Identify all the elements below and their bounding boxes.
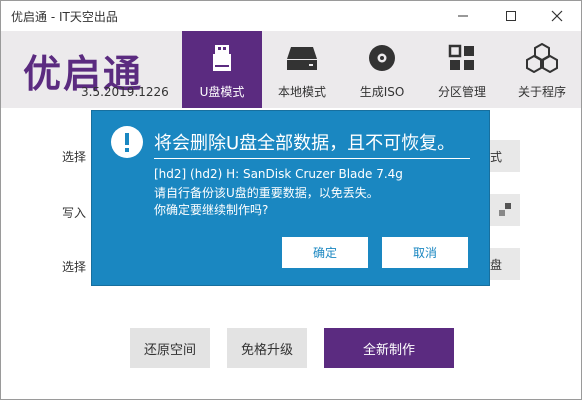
minimize-icon (458, 15, 468, 17)
partition-options-button[interactable] (490, 194, 520, 226)
minimize-button[interactable] (441, 1, 485, 31)
select-file-label: 选择 (62, 260, 87, 274)
close-icon (551, 10, 563, 22)
nav-label: 关于程序 (517, 85, 566, 99)
disc-icon (369, 45, 395, 71)
ok-button[interactable]: 确定 (282, 237, 368, 268)
version-label: 3.5.2019.1226 (81, 85, 169, 99)
nav-label: 分区管理 (437, 85, 486, 99)
backup-note: 请自行备份该U盘的重要数据，以免丢失。 (154, 186, 379, 200)
nav-label: 生成ISO (359, 85, 405, 99)
title-bar: 优启通 - IT天空出品 (1, 1, 581, 31)
app-window: 优启通 - IT天空出品 优启通 3.5.2019.1226 U盘模式 本地模式… (0, 0, 582, 400)
maximize-icon (506, 11, 516, 21)
confirm-question: 你确定要继续制作吗? (154, 203, 269, 217)
cancel-button[interactable]: 取消 (382, 237, 468, 268)
dialog-divider (154, 158, 470, 159)
mode-select-label: 式 (490, 149, 503, 164)
write-mode-label: 写入 (62, 206, 87, 220)
nav-usb-mode[interactable]: U盘模式 (182, 31, 262, 108)
new-create-label: 全新制作 (362, 342, 415, 358)
nav-generate-iso[interactable]: 生成ISO (342, 31, 422, 108)
close-button[interactable] (535, 1, 579, 31)
new-create-button[interactable]: 全新制作 (324, 328, 454, 368)
browse-disk-label: 盘 (490, 257, 503, 272)
select-device-label: 选择 (62, 150, 87, 164)
restore-space-button[interactable]: 还原空间 (130, 328, 210, 368)
cubes-icon (526, 43, 558, 73)
mode-nav: U盘模式 本地模式 生成ISO 分区管理 关于程序 (182, 31, 581, 108)
nav-partition-manager[interactable]: 分区管理 (422, 31, 502, 108)
app-header: 优启通 3.5.2019.1226 U盘模式 本地模式 生成ISO 分区管理 关… (1, 31, 581, 108)
maximize-button[interactable] (489, 1, 533, 31)
ok-label: 确定 (312, 246, 337, 260)
exclamation-icon (111, 126, 143, 158)
format-free-upgrade-label: 免格升级 (240, 342, 293, 358)
browse-disk-button[interactable]: 盘 (490, 248, 520, 280)
settings-squares-icon (499, 203, 511, 216)
window-title: 优启通 - IT天空出品 (11, 10, 118, 24)
format-free-upgrade-button[interactable]: 免格升级 (227, 328, 307, 368)
nav-label: 本地模式 (277, 85, 326, 99)
cancel-label: 取消 (412, 246, 437, 260)
usb-drive-icon (213, 45, 231, 71)
grid-icon (448, 44, 474, 70)
nav-local-mode[interactable]: 本地模式 (262, 31, 342, 108)
device-info: [hd2] (hd2) H: SanDisk Cruzer Blade 7.4g (154, 167, 403, 181)
restore-space-label: 还原空间 (143, 342, 196, 358)
warning-dialog: 将会删除U盘全部数据，且不可恢复。 [hd2] (hd2) H: SanDisk… (91, 110, 490, 286)
nav-about[interactable]: 关于程序 (502, 31, 581, 108)
nav-label: U盘模式 (199, 85, 245, 99)
hard-disk-icon (287, 47, 317, 70)
mode-select-button[interactable]: 式 (490, 140, 520, 172)
dialog-heading: 将会删除U盘全部数据，且不可恢复。 (154, 133, 456, 154)
